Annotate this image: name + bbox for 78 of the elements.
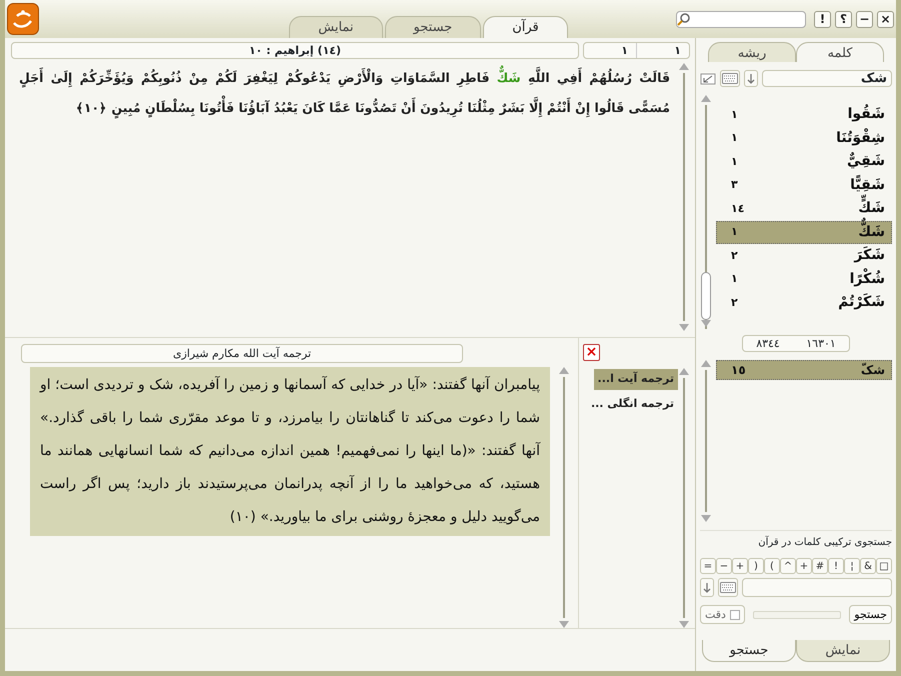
window-control-button[interactable]: −: [856, 10, 873, 28]
count-text: ١٤: [731, 200, 744, 216]
app-logo-icon: [7, 3, 40, 35]
word-list-item[interactable]: شِقْوَتُنَا ١: [716, 126, 892, 150]
down-arrow-button[interactable]: [700, 578, 714, 597]
verse-title: (١٤) إبراهيم : ١٠: [11, 42, 579, 59]
down-arrow-icon: [746, 73, 756, 84]
scrollbar[interactable]: [700, 95, 712, 327]
close-button[interactable]: ×: [583, 344, 600, 361]
count-text: ١: [731, 154, 738, 170]
operator-button[interactable]: +: [796, 558, 812, 574]
word-text: شَقِيًّا: [850, 174, 885, 194]
word-text: شَكَرْتُمْ: [838, 292, 885, 312]
found-count: ٨٣٤٤: [755, 336, 781, 351]
root-list-item[interactable]: شکّ ١٥: [716, 360, 892, 380]
count-text: ١: [731, 106, 738, 122]
tab[interactable]: جستجو: [384, 16, 482, 38]
translation-title: ترجمه آیت الله مکارم شیرازی: [21, 344, 463, 363]
word-list-item[interactable]: شَكَرَ ٢: [716, 244, 892, 268]
section-label: جستجوی ترکیبی کلمات در قرآن: [757, 535, 892, 550]
translation-list-item[interactable]: ترجمه آیت ا...: [594, 369, 678, 390]
count-text: ١: [731, 130, 738, 146]
verse-text: قَالَتْ رُسُلُهُمْ أَفِي اللَّهِ شَكٌّ فَاطِرِ السَّمَاوَاتِ وَالْأَرْضِ يَدْعُوكُمْ لِيَغْفِرَ لَكُمْ مِنْ ذُنُوبِكُمْ وَيُؤَخِّرَكُمْ إِلَىٰ أَجَلٍ مُسَمًّى قَالُوا إِنْ أَنْتُمْ إِلَّا بَشَرٌ مِثْلُنَا تُرِيدُونَ أَنْ تَصُدُّونَا عَمَّا كَانَ يَعْبُدُ آبَاؤُنَا فَأْتُونَا بِسُلْطَانٍ مُبِينٍ ﴿١٠﴾: [11, 63, 678, 331]
operator-button[interactable]: −: [716, 558, 732, 574]
window-control-button[interactable]: ؟: [835, 10, 852, 28]
translation-text: پیامبران آنها گفتند: «آیا در خدایی که آسمانها و زمین را آفریده، شک و تردیدی است؛ او شما را دعوت می‌کند تا گناهانتان را بیامرزد، و تا موعد مقرّری شما را باقی گذارد.» آنها گفتند: «(ما اینها را نمی‌فهمیم! همین اندازه می‌دانیم که شما انسانهایی همانند ما هستید، که می‌خواهید ما را از آنچه پدرانمان می‌پرستیدند باز دارید؛ پس اگر راست می‌گویید دلیل و معجزهٔ روشنی برای ما بیاورید.» (١٠): [30, 367, 550, 536]
word-text: شَقِيٌّ: [846, 151, 885, 172]
operator-button[interactable]: ): [764, 558, 780, 574]
count-text: ١٥: [731, 362, 746, 379]
window-control-button[interactable]: ×: [877, 10, 894, 28]
scrollbar[interactable]: [558, 367, 570, 628]
down-arrow-button[interactable]: [744, 70, 758, 87]
scrollbar[interactable]: [678, 63, 690, 331]
count-text: ٣: [731, 177, 738, 193]
search-icon: [677, 12, 691, 26]
input-field[interactable]: [742, 578, 892, 597]
word-list-item[interactable]: شُكْرًا ١: [716, 268, 892, 291]
word-text: شُكْرًا: [850, 268, 885, 290]
tab[interactable]: کلمه: [796, 42, 884, 62]
word-list-item[interactable]: شَكَرْتُمْ ٢: [716, 291, 892, 314]
operator-button[interactable]: &: [860, 558, 876, 574]
operator-button[interactable]: □: [876, 558, 892, 574]
translation-list-item[interactable]: ترجمه انگلی ...: [586, 394, 678, 414]
tab[interactable]: نمایش: [796, 640, 890, 662]
word-list-item[interactable]: شَقُوا ١: [716, 103, 892, 126]
word-text: شِقْوَتُنَا: [836, 128, 885, 148]
search-field[interactable]: شک: [762, 70, 892, 87]
total-count: ١٦٣٠١: [805, 336, 837, 351]
down-arrow-icon: [702, 582, 712, 593]
tab[interactable]: ریشه: [708, 42, 796, 62]
operator-button[interactable]: +: [732, 558, 748, 574]
search-field[interactable]: [676, 10, 806, 28]
window-control-button[interactable]: !: [814, 10, 831, 28]
count-text: ١: [731, 224, 738, 240]
count-text: ١: [731, 271, 738, 287]
checkbox-label: دقت: [705, 607, 726, 622]
word-text: شکّ: [860, 362, 885, 379]
keyboard-icon: [722, 73, 738, 84]
count-text: ٢: [731, 294, 738, 310]
word-text: شَكَرَ: [854, 246, 885, 266]
operator-button[interactable]: !: [828, 558, 844, 574]
keyboard-icon: [720, 582, 736, 593]
count-text: ٢: [731, 248, 738, 264]
keyboard-button[interactable]: [718, 578, 738, 597]
operator-button[interactable]: (: [748, 558, 764, 574]
search-button[interactable]: جستجو: [849, 605, 892, 624]
keyboard-button[interactable]: [720, 70, 740, 87]
operator-button[interactable]: =: [700, 558, 716, 574]
tab[interactable]: جستجو: [702, 640, 796, 662]
operator-button[interactable]: ¦: [844, 558, 860, 574]
operator-button[interactable]: #: [812, 558, 828, 574]
operator-button[interactable]: ^: [780, 558, 796, 574]
tab[interactable]: قرآن: [483, 16, 568, 38]
word-text: شَقُوا: [848, 104, 885, 124]
scrollbar[interactable]: [700, 360, 712, 522]
tab[interactable]: نمایش: [289, 16, 383, 38]
checkbox[interactable]: [730, 610, 740, 620]
word-list-item[interactable]: شَقِيٌّ ١: [716, 150, 892, 174]
